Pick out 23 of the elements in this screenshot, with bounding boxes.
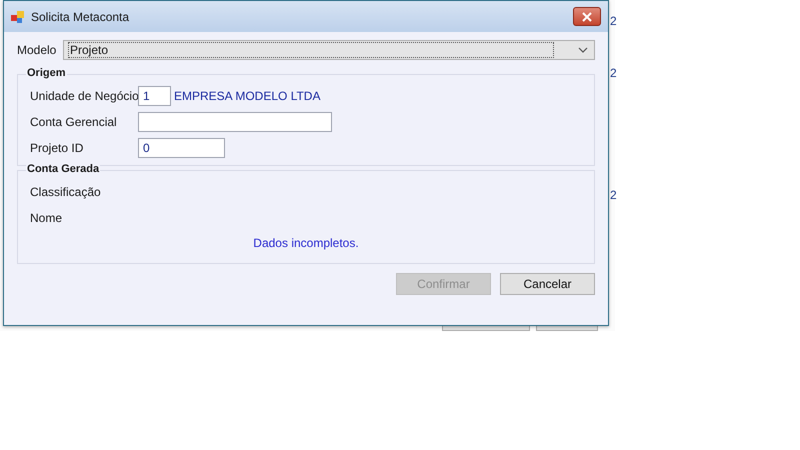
company-name: EMPRESA MODELO LTDA bbox=[174, 89, 320, 103]
group-title: Conta Gerada bbox=[26, 163, 100, 175]
close-button[interactable] bbox=[573, 7, 601, 26]
field-label: Projeto ID bbox=[30, 141, 84, 155]
status-message: Dados incompletos. bbox=[253, 236, 359, 250]
cell-text: 2 bbox=[610, 188, 617, 202]
input-field[interactable]: 1 bbox=[138, 86, 171, 106]
field-label: Conta Gerencial bbox=[30, 115, 118, 129]
field-label: Classificação bbox=[30, 185, 102, 199]
cell-text: 2 bbox=[610, 66, 617, 80]
close-icon bbox=[582, 12, 592, 22]
model-dropdown[interactable]: Projeto bbox=[63, 40, 595, 60]
group-title: Origem bbox=[26, 67, 67, 79]
field-label: Modelo bbox=[17, 43, 57, 57]
cancel-button[interactable]: Cancelar bbox=[500, 273, 595, 295]
field-label: Nome bbox=[30, 211, 64, 225]
chevron-down-icon bbox=[578, 47, 588, 53]
cell-text: 2 bbox=[610, 14, 617, 28]
input-field[interactable] bbox=[138, 112, 332, 132]
field-label: Unidade de Negócio bbox=[30, 89, 138, 103]
input-field[interactable]: 0 bbox=[138, 138, 225, 158]
app-icon bbox=[11, 10, 25, 24]
window-title: Solicita Metaconta bbox=[31, 10, 130, 24]
